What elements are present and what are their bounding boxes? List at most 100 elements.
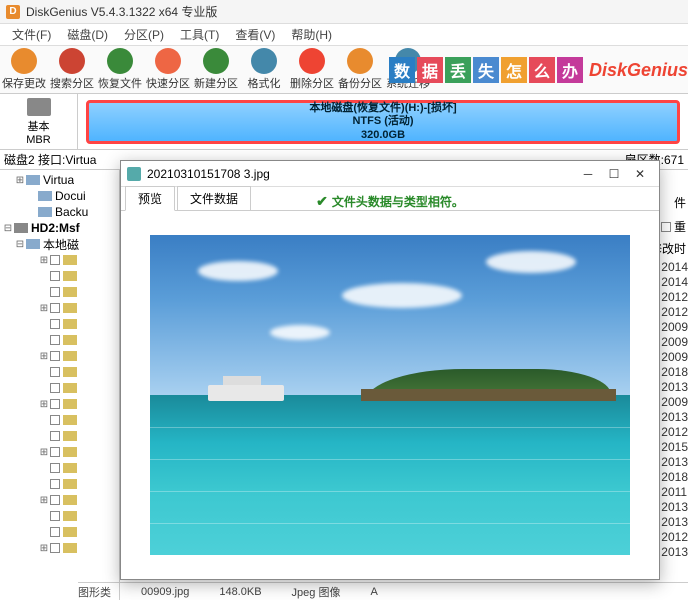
preview-titlebar[interactable]: 20210310151708 3.jpg ─ ☐ ✕: [121, 161, 659, 187]
tree-node[interactable]: Docui: [2, 188, 117, 204]
tree-node[interactable]: Backu: [2, 204, 117, 220]
banner: 数据丢失怎么办DiskGenius: [389, 46, 688, 94]
tree-check-node[interactable]: [2, 268, 117, 284]
tool-recover[interactable]: 恢复文件: [96, 46, 144, 94]
expand-icon[interactable]: ⊞: [14, 175, 26, 186]
menu-item-2[interactable]: 分区(P): [116, 24, 172, 45]
tree-pane[interactable]: ⊞VirtuaDocuiBacku⊟HD2:Msf⊟本地磁⊞⊞⊞⊞⊞⊞⊞: [0, 170, 120, 600]
checkbox-icon[interactable]: [50, 543, 60, 553]
tree-node[interactable]: ⊞Virtua: [2, 172, 117, 188]
tree-check-node[interactable]: [2, 508, 117, 524]
tree-check-node[interactable]: [2, 284, 117, 300]
part-icon: [26, 239, 40, 249]
menu-item-1[interactable]: 磁盘(D): [59, 24, 116, 45]
maximize-button[interactable]: ☐: [601, 165, 627, 183]
minimize-button[interactable]: ─: [575, 165, 601, 183]
tree-check-node[interactable]: ⊞: [2, 252, 117, 268]
folder-icon: [63, 319, 77, 329]
tool-save[interactable]: 保存更改: [0, 46, 48, 94]
tree-check-node[interactable]: [2, 460, 117, 476]
folder-icon: [63, 527, 77, 537]
tree-check-node[interactable]: [2, 332, 117, 348]
banner-char: 么: [529, 57, 555, 83]
banner-char: 数: [389, 57, 415, 83]
folder-icon: [63, 303, 77, 313]
tree-check-node[interactable]: [2, 316, 117, 332]
expand-icon[interactable]: ⊞: [38, 351, 50, 362]
tool-newpart[interactable]: 新建分区: [192, 46, 240, 94]
date-cell: 2014: [661, 260, 688, 275]
tree-check-node[interactable]: [2, 428, 117, 444]
checkbox-icon[interactable]: [50, 319, 60, 329]
tool-label: 新建分区: [194, 75, 238, 91]
checkbox-icon[interactable]: [50, 399, 60, 409]
menu-item-0[interactable]: 文件(F): [4, 24, 59, 45]
expand-icon[interactable]: ⊞: [38, 543, 50, 554]
tab-filedata[interactable]: 文件数据: [177, 186, 251, 210]
tree-check-node[interactable]: ⊞: [2, 348, 117, 364]
tool-backup[interactable]: 备份分区: [336, 46, 384, 94]
header-fragment: 件: [674, 194, 686, 211]
tree-node[interactable]: ⊟ 本地磁: [2, 236, 117, 252]
folder-icon: [63, 399, 77, 409]
checkbox-icon[interactable]: [50, 271, 60, 281]
tree-check-node[interactable]: [2, 364, 117, 380]
checkbox-icon[interactable]: [50, 447, 60, 457]
tool-search[interactable]: 搜索分区: [48, 46, 96, 94]
preview-window: 20210310151708 3.jpg ─ ☐ ✕ 预览 文件数据 ✔文件头数…: [120, 160, 660, 580]
checkbox-icon[interactable]: [50, 511, 60, 521]
tree-check-node[interactable]: [2, 412, 117, 428]
folder-icon: [63, 287, 77, 297]
tree-check-node[interactable]: [2, 524, 117, 540]
tree-label: 本地磁: [43, 236, 79, 253]
tree-check-node[interactable]: ⊞: [2, 444, 117, 460]
checkbox-icon[interactable]: [50, 351, 60, 361]
tab-preview[interactable]: 预览: [125, 186, 175, 211]
close-button[interactable]: ✕: [627, 165, 653, 183]
tool-quickpart[interactable]: 快速分区: [144, 46, 192, 94]
partition-strip[interactable]: 本地磁盘(恢复文件)(H:)-[损坏] NTFS (活动) 320.0GB: [86, 100, 680, 144]
checkbox-icon[interactable]: [50, 479, 60, 489]
checkbox-icon[interactable]: [50, 415, 60, 425]
folder-icon: [63, 511, 77, 521]
checkbox-icon[interactable]: [50, 303, 60, 313]
checkbox-icon[interactable]: [50, 287, 60, 297]
expand-icon[interactable]: ⊞: [38, 399, 50, 410]
tool-format[interactable]: 格式化: [240, 46, 288, 94]
checkbox-icon[interactable]: [50, 255, 60, 265]
date-cell: 2013: [661, 455, 688, 470]
menu-item-5[interactable]: 帮助(H): [283, 24, 340, 45]
checkbox-icon[interactable]: [50, 431, 60, 441]
menu-item-3[interactable]: 工具(T): [172, 24, 227, 45]
tool-delete[interactable]: 删除分区: [288, 46, 336, 94]
tree-check-node[interactable]: ⊞: [2, 396, 117, 412]
preview-tabs: 预览 文件数据 ✔文件头数据与类型相符。: [121, 187, 659, 211]
preview-status: ✔文件头数据与类型相符。: [316, 193, 464, 210]
part-icon: [38, 207, 52, 217]
checkbox-icon[interactable]: [50, 383, 60, 393]
tree-check-node[interactable]: ⊞: [2, 300, 117, 316]
header-checkbox[interactable]: 重: [661, 218, 686, 235]
tree-check-node[interactable]: ⊞: [2, 492, 117, 508]
menu-item-4[interactable]: 查看(V): [227, 24, 283, 45]
titlebar: D DiskGenius V5.4.3.1322 x64 专业版: [0, 0, 688, 24]
expand-icon[interactable]: ⊞: [38, 303, 50, 314]
checkbox-icon[interactable]: [50, 367, 60, 377]
expand-icon[interactable]: ⊟: [2, 223, 14, 234]
checkbox-icon[interactable]: [50, 463, 60, 473]
expand-icon[interactable]: ⊞: [38, 495, 50, 506]
expand-icon[interactable]: ⊞: [38, 447, 50, 458]
window-title: DiskGenius V5.4.3.1322 x64 专业版: [26, 3, 217, 20]
checkbox-icon[interactable]: [50, 335, 60, 345]
expand-icon[interactable]: ⊟: [14, 239, 26, 250]
tree-check-node[interactable]: [2, 476, 117, 492]
checkbox-icon[interactable]: [50, 495, 60, 505]
tree-check-node[interactable]: ⊞: [2, 540, 117, 556]
status-type: Jpeg 图像: [292, 584, 341, 600]
date-cell: 2012: [661, 305, 688, 320]
search-icon: [59, 48, 85, 74]
tree-check-node[interactable]: [2, 380, 117, 396]
expand-icon[interactable]: ⊞: [38, 255, 50, 266]
checkbox-icon[interactable]: [50, 527, 60, 537]
tree-node[interactable]: ⊟HD2:Msf: [2, 220, 117, 236]
